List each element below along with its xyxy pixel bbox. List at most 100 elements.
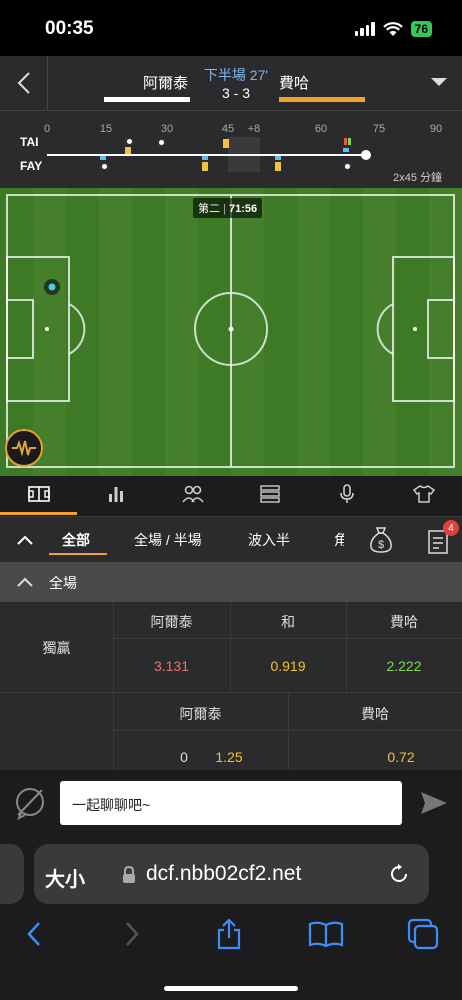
- odds-value-home[interactable]: 3.131: [113, 658, 230, 674]
- timeline-home-label: TAI: [20, 135, 39, 149]
- chat-muted-icon[interactable]: [13, 786, 47, 820]
- odds2-header-away: 費哈: [361, 706, 389, 722]
- svg-text:$: $: [378, 539, 384, 551]
- wifi-icon: [382, 21, 403, 36]
- home-indicator: [164, 986, 298, 991]
- market-label-moneyline: 獨贏: [42, 640, 71, 656]
- section-title: 全場: [49, 575, 77, 591]
- timeline-tick: 60: [314, 123, 328, 135]
- battery-icon: 76: [410, 21, 432, 37]
- back-button[interactable]: [0, 56, 48, 110]
- event-marker-icon: [343, 148, 349, 152]
- previous-tab-pill[interactable]: [0, 844, 24, 904]
- tab-stats[interactable]: [91, 476, 141, 512]
- timeline-tick: 0: [43, 123, 51, 135]
- tab-lineup[interactable]: [168, 476, 218, 512]
- money-bag-icon[interactable]: $: [368, 526, 394, 554]
- chevron-right-icon: [126, 922, 139, 946]
- odds-value-draw[interactable]: 0.919: [230, 658, 346, 674]
- status-bar: 00:35 76: [0, 0, 462, 56]
- chat-input[interactable]: 一起聊聊吧~: [60, 781, 402, 825]
- goal-icon: [343, 162, 352, 171]
- odds-header-home: 阿爾泰: [150, 614, 193, 630]
- event-marker-icon: [202, 156, 208, 160]
- bet-slip-count-badge: 4: [443, 520, 459, 536]
- timeline-tick: 90: [429, 123, 443, 135]
- book-icon: [308, 921, 344, 948]
- chevron-up-icon: [17, 577, 33, 587]
- handicap-home-odds[interactable]: 1.25: [206, 749, 252, 765]
- filter-active-underline: [49, 553, 107, 555]
- bookmarks-button[interactable]: [306, 914, 346, 954]
- pitch-timer: 第二 | 71:56: [193, 198, 263, 218]
- share-icon: [217, 918, 241, 950]
- home-team-color-bar: [104, 97, 190, 102]
- ball-position-icon: [44, 279, 60, 295]
- filter-all[interactable]: 全部: [62, 530, 90, 550]
- match-duration-label: 2x45 分鐘: [393, 172, 442, 184]
- substitution-icon: [348, 138, 351, 145]
- url-text: dcf.nbb02cf2.net: [146, 862, 302, 885]
- yellow-card-icon: [202, 162, 208, 171]
- timeline-tick: 30: [160, 123, 174, 135]
- address-bar[interactable]: 大小 dcf.nbb02cf2.net: [34, 844, 429, 904]
- yellow-card-icon: [125, 147, 131, 154]
- lock-icon: [123, 866, 135, 883]
- goal-icon: [100, 162, 109, 171]
- handicap-away-odds[interactable]: 0.72: [378, 749, 424, 765]
- tab-events[interactable]: [245, 476, 295, 512]
- match-score: 3 - 3: [221, 85, 250, 101]
- chat-bar: 一起聊聊吧~: [0, 770, 462, 836]
- pitch-icon: [28, 486, 50, 502]
- home-team-name: 阿爾泰: [142, 75, 188, 92]
- goal-icon: [157, 138, 166, 147]
- event-marker-icon: [275, 156, 281, 160]
- send-icon[interactable]: [419, 790, 449, 816]
- live-radar-button[interactable]: [5, 429, 43, 467]
- chevron-down-icon[interactable]: [430, 77, 448, 87]
- reload-icon[interactable]: [388, 863, 410, 885]
- timeline-tick: 45: [221, 123, 235, 135]
- browser-forward-button[interactable]: [112, 914, 152, 954]
- tab-active-underline: [0, 512, 77, 515]
- pitch-half-label: 第二: [198, 203, 220, 215]
- section-header-full-match[interactable]: 全場: [0, 562, 462, 602]
- odds-table: 獨贏 阿爾泰 和 費哈 3.131 0.919 2.222 阿爾泰 費哈 0 1…: [0, 602, 462, 770]
- filter-goals-half[interactable]: 波入半: [248, 530, 290, 550]
- yellow-card-icon: [223, 139, 229, 148]
- away-team-color-bar: [279, 97, 365, 102]
- share-button[interactable]: [209, 914, 249, 954]
- browser-chrome: 大小 dcf.nbb02cf2.net: [0, 836, 462, 1000]
- chevron-left-icon: [17, 72, 30, 94]
- timeline-tick: 75: [372, 123, 386, 135]
- live-pitch: 第二 | 71:56: [0, 188, 462, 476]
- odds-header-draw: 和: [281, 614, 295, 630]
- odds2-header-home: 阿爾泰: [179, 706, 222, 722]
- tab-pitch[interactable]: [14, 476, 64, 512]
- goal-icon: [125, 137, 134, 146]
- status-icons: 76: [354, 21, 432, 37]
- filter-full-half[interactable]: 全場 / 半場: [134, 530, 202, 550]
- event-marker-icon: [100, 156, 106, 160]
- match-timeline: TAI FAY 0 15 30 45 +8 60 75 90 2x45 分鐘: [0, 110, 462, 188]
- yellow-card-icon: [275, 162, 281, 171]
- chevron-up-icon[interactable]: [16, 534, 34, 546]
- text-size-button[interactable]: 大小: [45, 863, 85, 892]
- odds-header-away: 費哈: [390, 614, 418, 630]
- browser-back-button[interactable]: [14, 914, 54, 954]
- status-time: 00:35: [45, 18, 94, 39]
- tab-commentary[interactable]: [322, 476, 372, 512]
- tabs-button[interactable]: [403, 914, 443, 954]
- pitch-lines: [6, 194, 455, 468]
- chevron-left-icon: [27, 922, 40, 946]
- handicap-line: 0: [180, 749, 188, 765]
- shirt-icon: [413, 485, 435, 503]
- mic-icon: [340, 484, 354, 503]
- odds-value-away[interactable]: 2.222: [346, 658, 462, 674]
- tab-kit[interactable]: [399, 476, 449, 512]
- pulse-wave-icon: [12, 440, 36, 456]
- filter-corners[interactable]: 角: [334, 530, 344, 550]
- timeline-away-label: FAY: [20, 159, 43, 173]
- stats-icon: [109, 487, 123, 502]
- odds-filter-row: 全部 全場 / 半場 波入半 角 $ 4: [0, 516, 462, 562]
